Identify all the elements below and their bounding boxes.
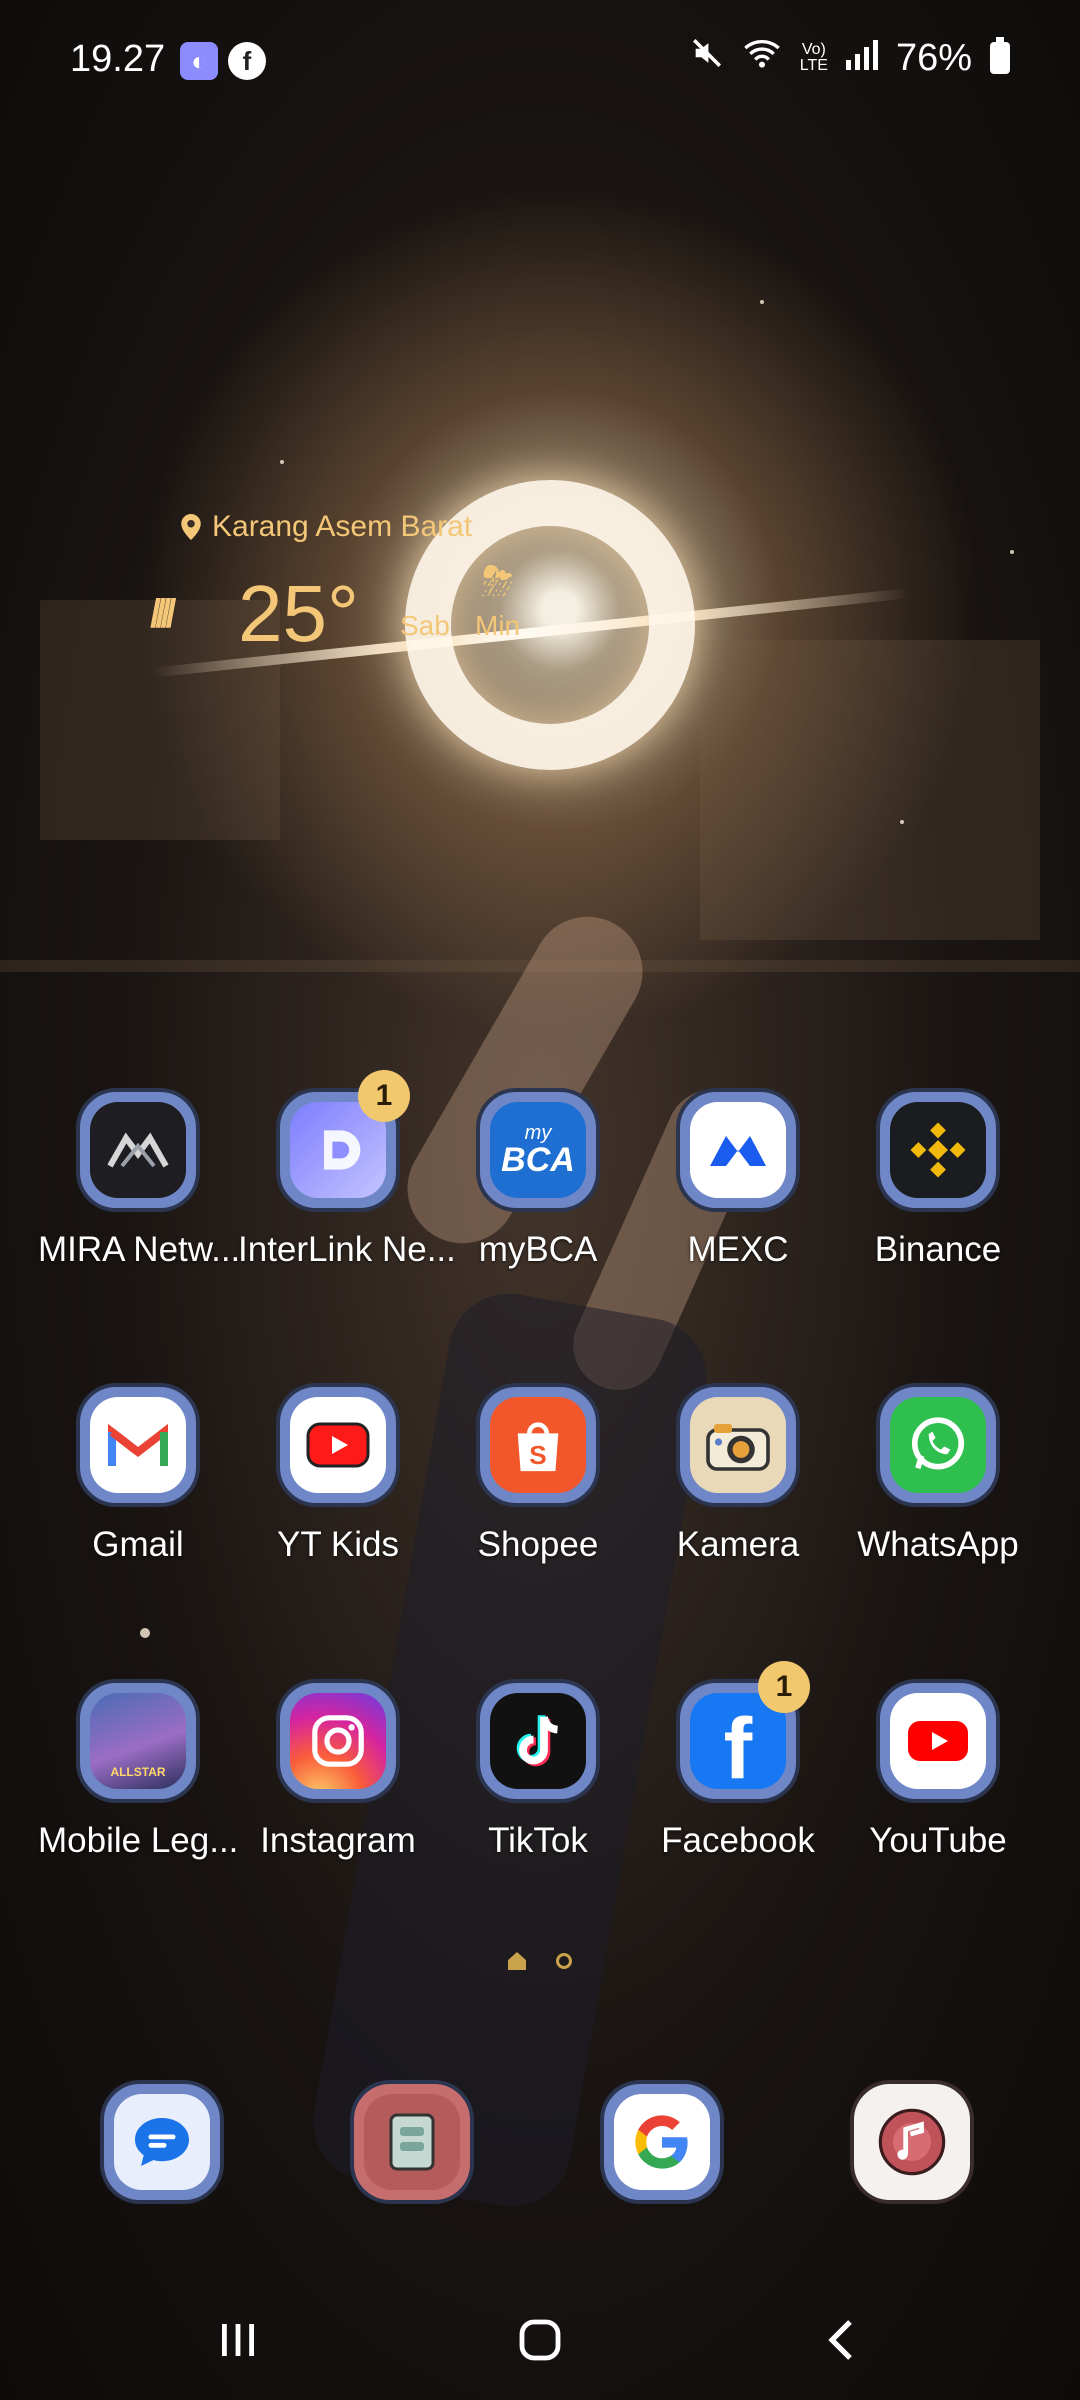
app-whatsapp[interactable]: WhatsApp xyxy=(838,1383,1038,1565)
battery-icon xyxy=(990,37,1010,74)
yt-kids-icon xyxy=(290,1397,386,1493)
app-interlink[interactable]: 1 InterLink Ne... xyxy=(238,1070,456,1270)
app-tiktok[interactable]: TikTok xyxy=(438,1679,638,1861)
messages-icon xyxy=(114,2094,210,2190)
app-shopee[interactable]: S Shopee xyxy=(438,1383,638,1565)
app-label: myBCA xyxy=(478,1230,598,1269)
mobile-legends-icon: ALLSTAR xyxy=(90,1693,186,1789)
volte-icon: Vo) LTE xyxy=(799,41,828,74)
shopee-icon: S xyxy=(490,1397,586,1493)
wifi-icon xyxy=(742,36,782,80)
page-dot xyxy=(556,1953,572,1969)
app-mira-network[interactable]: MIRA Netw... xyxy=(38,1088,241,1270)
google-icon xyxy=(614,2094,710,2190)
thunder-rain-icon: ⛈ xyxy=(481,560,514,604)
app-binance[interactable]: Binance xyxy=(838,1088,1038,1270)
back-button[interactable] xyxy=(802,2310,882,2370)
dock-app-messages[interactable] xyxy=(62,2080,262,2204)
app-gmail[interactable]: Gmail xyxy=(38,1383,238,1565)
rain-icon: //// xyxy=(150,592,177,636)
app-yt-kids[interactable]: YT Kids xyxy=(238,1383,438,1565)
wallpaper-window xyxy=(700,640,1040,940)
mute-icon xyxy=(690,36,724,80)
app-label: Shopee xyxy=(477,1525,599,1564)
page-indicator[interactable] xyxy=(0,1952,1080,1970)
wallpaper-star xyxy=(1010,550,1014,554)
tiktok-icon xyxy=(490,1693,586,1789)
temperature: 25° xyxy=(238,569,359,658)
forecast-day: Sab xyxy=(400,560,450,642)
app-label: MEXC xyxy=(687,1230,789,1269)
home-button[interactable] xyxy=(500,2310,580,2370)
home-page-indicator-icon xyxy=(508,1952,526,1970)
wallpaper-star xyxy=(280,460,284,464)
binance-icon xyxy=(890,1102,986,1198)
back-icon xyxy=(828,2320,852,2360)
recent-apps-button[interactable] xyxy=(198,2310,278,2370)
app-label: Binance xyxy=(874,1230,1002,1269)
app-youtube[interactable]: YouTube xyxy=(838,1679,1038,1861)
mybca-icon: my BCA xyxy=(490,1102,586,1198)
app-mexc[interactable]: MEXC xyxy=(638,1088,838,1270)
camera-icon xyxy=(690,1397,786,1493)
music-icon xyxy=(864,2094,960,2190)
app-label: Gmail xyxy=(92,1525,184,1564)
forecast-day: ⛈ Min xyxy=(475,560,521,641)
location-name: Karang Asem Barat xyxy=(212,510,473,543)
app-label: YT Kids xyxy=(277,1525,399,1564)
wallpaper-star xyxy=(760,300,764,304)
app-label: Mobile Leg... xyxy=(38,1821,239,1860)
notes-icon xyxy=(364,2094,460,2190)
app-mybca[interactable]: my BCA myBCA xyxy=(438,1088,638,1270)
status-icons: Vo) LTE 76% xyxy=(690,36,1010,80)
app-kamera[interactable]: Kamera xyxy=(638,1383,838,1565)
dock-app-google[interactable] xyxy=(562,2080,762,2204)
instagram-icon xyxy=(290,1693,386,1789)
whatsapp-icon xyxy=(890,1397,986,1493)
notification-badge: 1 xyxy=(358,1070,410,1122)
app-facebook[interactable]: f 1 Facebook xyxy=(638,1661,838,1861)
gmail-icon xyxy=(90,1397,186,1493)
app-label: TikTok xyxy=(488,1821,588,1860)
interlink-notification-icon: ◐ xyxy=(180,42,218,80)
app-mobile-legends[interactable]: ALLSTAR Mobile Leg... xyxy=(38,1679,238,1861)
youtube-icon xyxy=(890,1693,986,1789)
home-icon xyxy=(519,2319,561,2361)
recent-apps-icon xyxy=(222,2324,254,2356)
location-pin-icon xyxy=(181,514,201,540)
wallpaper-star xyxy=(900,820,904,824)
clock: 19.27 xyxy=(70,38,166,80)
app-label: InterLink Ne... xyxy=(238,1230,456,1269)
mexc-icon xyxy=(690,1102,786,1198)
app-label: Facebook xyxy=(661,1821,815,1860)
dock-app-music[interactable] xyxy=(812,2080,1012,2204)
weather-location: Karang Asem Barat xyxy=(180,510,472,544)
svg-text:S: S xyxy=(529,1440,546,1470)
dock-app-notes[interactable] xyxy=(312,2080,512,2204)
app-instagram[interactable]: Instagram xyxy=(238,1679,438,1861)
facebook-notification-icon: f xyxy=(228,42,266,80)
app-label: Instagram xyxy=(260,1821,416,1860)
wallpaper-star xyxy=(140,1628,150,1638)
app-label: YouTube xyxy=(869,1821,1007,1860)
app-label: WhatsApp xyxy=(857,1525,1019,1564)
battery-percent: 76% xyxy=(895,36,972,79)
navigation-bar xyxy=(0,2300,1080,2380)
signal-icon xyxy=(845,37,878,80)
status-bar: 19.27 ◐ f Vo) LTE 76% xyxy=(0,0,1080,120)
forecast-icon xyxy=(400,560,450,610)
mira-icon xyxy=(90,1102,186,1198)
app-label: MIRA Netw... xyxy=(38,1230,241,1269)
notification-badge: 1 xyxy=(758,1661,810,1713)
app-label: Kamera xyxy=(676,1525,800,1564)
